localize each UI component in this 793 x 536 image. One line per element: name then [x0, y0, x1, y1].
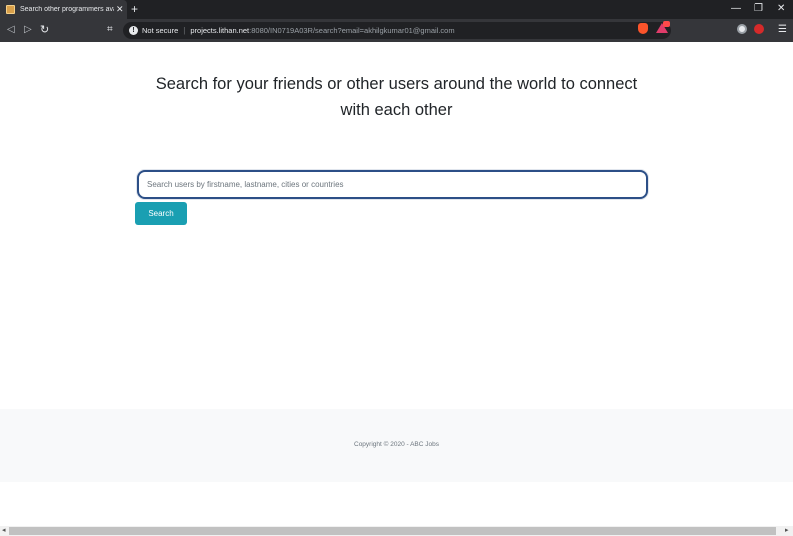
minimize-button[interactable]: —	[731, 3, 741, 15]
bookmark-icon[interactable]: ⌗	[107, 23, 113, 37]
new-tab-button[interactable]: +	[131, 2, 138, 16]
restore-button[interactable]: ❐	[754, 3, 763, 15]
close-tab-icon[interactable]: ✕	[116, 5, 124, 14]
close-window-button[interactable]: ✕	[777, 3, 785, 15]
footer: Copyright © 2020 - ABC Jobs	[0, 409, 793, 482]
extension-icon[interactable]	[737, 24, 747, 34]
scroll-left-icon[interactable]: ◂	[2, 526, 6, 536]
reload-button[interactable]: ↻	[40, 23, 49, 37]
tab-strip: Search other programmers availab ✕ + — ❐…	[0, 0, 793, 19]
search-button[interactable]: Search	[135, 202, 187, 225]
scrollbar-thumb[interactable]	[9, 527, 776, 535]
url-host[interactable]: projects.lithan.net	[190, 26, 249, 35]
address-bar[interactable]: ! Not secure | projects.lithan.net :8080…	[123, 22, 671, 39]
notification-badge	[663, 21, 670, 27]
search-input[interactable]	[137, 170, 648, 199]
browser-tab[interactable]: Search other programmers availab ✕	[0, 0, 127, 19]
forward-button[interactable]: ▷	[24, 23, 32, 37]
page-content: Search for your friends or other users a…	[0, 42, 793, 526]
horizontal-scrollbar[interactable]: ◂ ▸	[0, 526, 793, 536]
scroll-right-icon[interactable]: ▸	[785, 526, 789, 536]
brave-shield-icon[interactable]	[638, 23, 648, 34]
page-heading: Search for your friends or other users a…	[155, 75, 638, 119]
favicon-icon	[6, 5, 15, 14]
tab-title: Search other programmers availab	[20, 6, 114, 13]
info-icon[interactable]: !	[129, 26, 138, 35]
extension-icon-red[interactable]	[754, 24, 764, 34]
security-label[interactable]: Not secure	[142, 26, 178, 35]
copyright-text: Copyright © 2020 - ABC Jobs	[354, 441, 439, 448]
back-button[interactable]: ◁	[7, 23, 15, 37]
menu-icon[interactable]: ☰	[778, 23, 787, 37]
browser-toolbar: ◁ ▷ ↻ ⌗ ! Not secure | projects.lithan.n…	[0, 19, 793, 42]
url-path[interactable]: :8080/IN0719A03R/search?email=akhilgkuma…	[249, 26, 454, 35]
url-separator: |	[183, 26, 186, 35]
